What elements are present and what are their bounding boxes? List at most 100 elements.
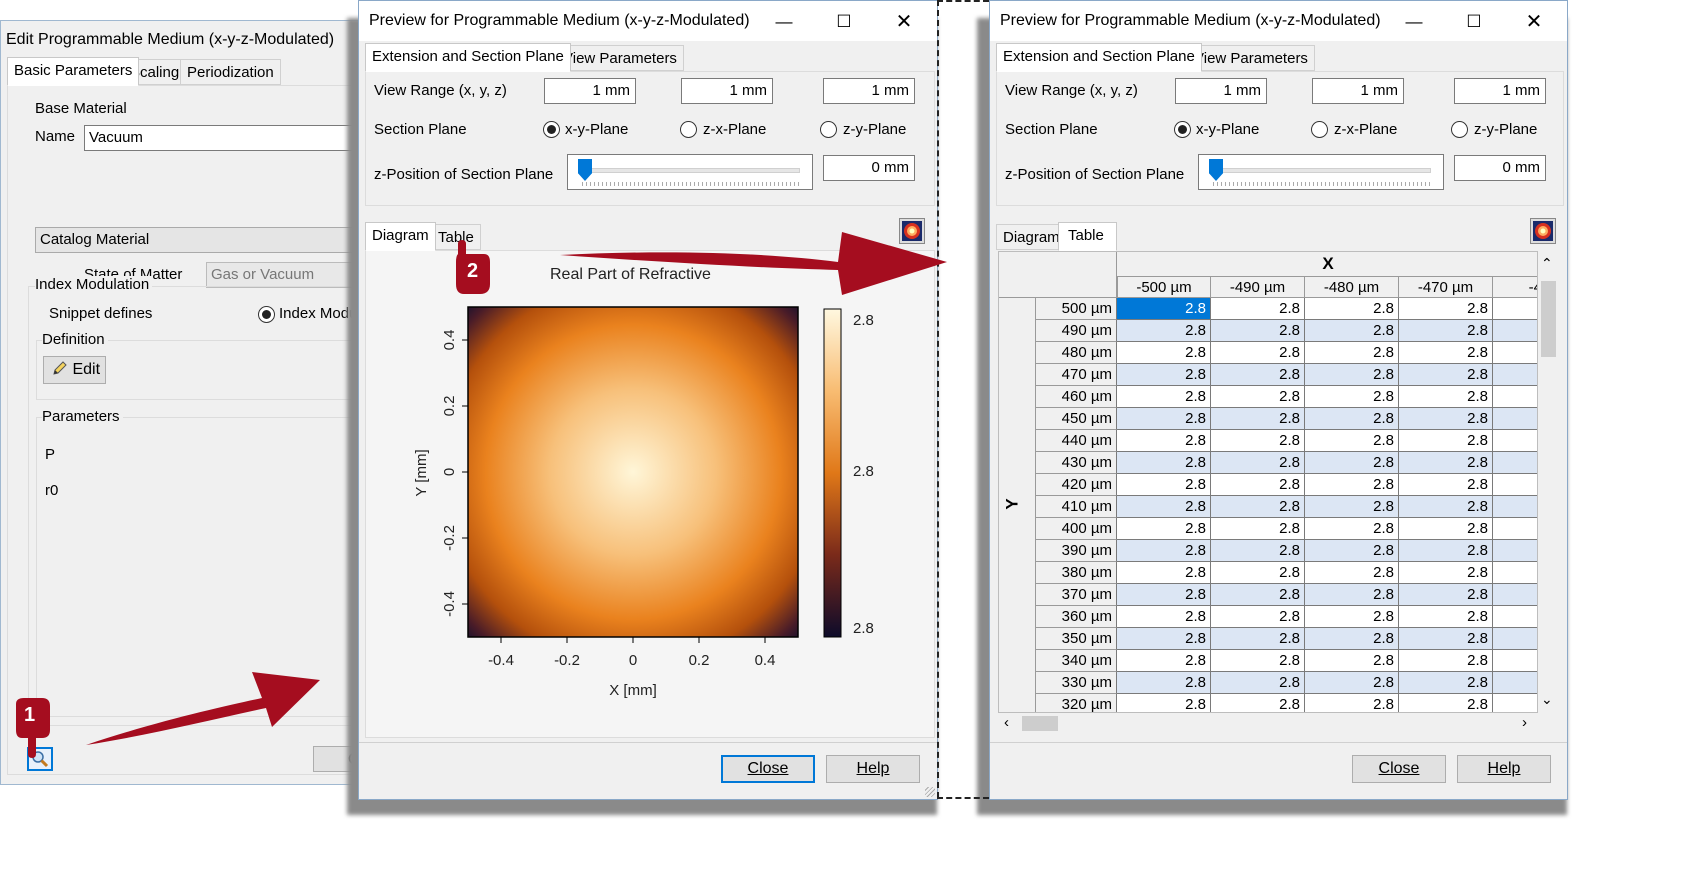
table-cell[interactable]: 2.8 bbox=[1211, 298, 1305, 320]
table-cell[interactable] bbox=[1493, 584, 1537, 606]
left-resize-grip[interactable] bbox=[925, 787, 935, 797]
tab-extension-section-plane[interactable]: Extension and Section Plane bbox=[996, 43, 1202, 72]
table-cell[interactable]: 2.8 bbox=[1117, 386, 1211, 408]
table-cell[interactable]: 2.8 bbox=[1117, 672, 1211, 694]
table-cell[interactable]: 2.8 bbox=[1399, 584, 1493, 606]
table-cell[interactable]: 2.8 bbox=[1305, 672, 1399, 694]
edit-definition-button[interactable]: Edit bbox=[43, 356, 106, 384]
table-cell[interactable]: 2.8 bbox=[1305, 320, 1399, 342]
view-range-z[interactable]: 1 mm bbox=[823, 78, 915, 104]
table-cell[interactable]: 2.8 bbox=[1399, 474, 1493, 496]
scroll-up-icon[interactable]: ⌃ bbox=[1541, 255, 1553, 272]
table-cell[interactable]: 2.8 bbox=[1211, 584, 1305, 606]
horizontal-scroll-thumb[interactable] bbox=[1022, 716, 1058, 731]
tab-view-parameters[interactable]: View Parameters bbox=[556, 45, 684, 71]
table-cell[interactable] bbox=[1493, 694, 1537, 712]
right-close-button[interactable]: Close bbox=[1352, 755, 1446, 783]
table-cell[interactable]: 2.8 bbox=[1305, 650, 1399, 672]
table-cell[interactable]: 2.8 bbox=[1211, 320, 1305, 342]
table-cell[interactable]: 2.8 bbox=[1117, 584, 1211, 606]
table-cell[interactable]: 2.8 bbox=[1117, 650, 1211, 672]
table-cell[interactable] bbox=[1493, 650, 1537, 672]
table-cell[interactable]: 2.8 bbox=[1117, 408, 1211, 430]
table-cell[interactable] bbox=[1493, 474, 1537, 496]
vertical-scroll-thumb[interactable] bbox=[1541, 281, 1556, 357]
row-header[interactable]: 460 µm bbox=[1036, 386, 1117, 408]
vertical-scrollbar[interactable]: ⌃ ⌄ bbox=[1538, 251, 1559, 713]
table-cell[interactable]: 2.8 bbox=[1211, 408, 1305, 430]
table-cell[interactable]: 2.8 bbox=[1305, 584, 1399, 606]
slider-thumb[interactable] bbox=[1209, 159, 1223, 181]
minimize-icon[interactable]: — bbox=[761, 7, 807, 37]
radio-xy-plane[interactable] bbox=[543, 121, 560, 138]
table-cell[interactable]: 2.8 bbox=[1117, 628, 1211, 650]
table-cell[interactable]: 2.8 bbox=[1117, 452, 1211, 474]
table-cell[interactable] bbox=[1493, 298, 1537, 320]
table-cell[interactable]: 2.8 bbox=[1305, 606, 1399, 628]
table-cell[interactable]: 2.8 bbox=[1211, 386, 1305, 408]
row-header[interactable]: 380 µm bbox=[1036, 562, 1117, 584]
table-cell[interactable]: 2.8 bbox=[1305, 452, 1399, 474]
table-cell[interactable]: 2.8 bbox=[1305, 408, 1399, 430]
param-p[interactable]: P bbox=[45, 446, 55, 463]
table-cell[interactable] bbox=[1493, 540, 1537, 562]
tab-periodization[interactable]: Periodization bbox=[180, 59, 281, 85]
row-header[interactable]: 330 µm bbox=[1036, 672, 1117, 694]
column-header[interactable]: -470 µm bbox=[1399, 276, 1493, 298]
table-cell[interactable]: 2.8 bbox=[1399, 320, 1493, 342]
left-close-button[interactable]: Close bbox=[721, 755, 815, 783]
scroll-right-icon[interactable]: › bbox=[1522, 714, 1527, 731]
table-cell[interactable] bbox=[1493, 452, 1537, 474]
z-position-field[interactable]: 0 mm bbox=[823, 155, 915, 181]
tab-view-parameters[interactable]: View Parameters bbox=[1187, 45, 1315, 71]
tab-diagram[interactable]: Diagram bbox=[365, 222, 436, 251]
row-header[interactable]: 450 µm bbox=[1036, 408, 1117, 430]
table-cell[interactable]: 2.8 bbox=[1305, 496, 1399, 518]
table-cell[interactable]: 2.8 bbox=[1211, 452, 1305, 474]
row-header[interactable]: 490 µm bbox=[1036, 320, 1117, 342]
radio-zy-plane[interactable] bbox=[1451, 121, 1468, 138]
row-header[interactable]: 420 µm bbox=[1036, 474, 1117, 496]
row-header[interactable]: 390 µm bbox=[1036, 540, 1117, 562]
row-header[interactable]: 340 µm bbox=[1036, 650, 1117, 672]
left-colormap-button[interactable] bbox=[899, 218, 925, 244]
slider-thumb[interactable] bbox=[578, 159, 592, 181]
table-cell[interactable] bbox=[1493, 408, 1537, 430]
table-cell[interactable]: 2.8 bbox=[1117, 364, 1211, 386]
catalog-material-select[interactable]: Catalog Material bbox=[35, 227, 385, 253]
view-range-x[interactable]: 1 mm bbox=[544, 78, 636, 104]
table-cell[interactable]: 2.8 bbox=[1117, 694, 1211, 712]
maximize-icon[interactable]: ☐ bbox=[1451, 7, 1497, 37]
z-position-field[interactable]: 0 mm bbox=[1454, 155, 1546, 181]
table-cell[interactable]: 2.8 bbox=[1305, 540, 1399, 562]
table-cell[interactable]: 2.8 bbox=[1399, 364, 1493, 386]
z-position-slider[interactable] bbox=[567, 154, 813, 190]
radio-zx-plane[interactable] bbox=[1311, 121, 1328, 138]
view-range-y[interactable]: 1 mm bbox=[1312, 78, 1404, 104]
right-help-button[interactable]: Help bbox=[1457, 755, 1551, 783]
table-cell[interactable]: 2.8 bbox=[1399, 672, 1493, 694]
table-cell[interactable]: 2.8 bbox=[1399, 562, 1493, 584]
table-cell[interactable]: 2.8 bbox=[1117, 320, 1211, 342]
row-header[interactable]: 350 µm bbox=[1036, 628, 1117, 650]
table-cell[interactable]: 2.8 bbox=[1399, 518, 1493, 540]
table-cell[interactable] bbox=[1493, 606, 1537, 628]
row-header[interactable]: 500 µm bbox=[1036, 298, 1117, 320]
table-cell[interactable] bbox=[1493, 386, 1537, 408]
table-cell[interactable] bbox=[1493, 320, 1537, 342]
close-icon[interactable]: ✕ bbox=[1511, 7, 1557, 37]
table-cell[interactable] bbox=[1493, 628, 1537, 650]
table-cell[interactable]: 2.8 bbox=[1399, 694, 1493, 712]
table-cell[interactable]: 2.8 bbox=[1305, 430, 1399, 452]
table-cell[interactable] bbox=[1493, 342, 1537, 364]
table-cell[interactable]: 2.8 bbox=[1211, 518, 1305, 540]
table-cell[interactable]: 2.8 bbox=[1211, 474, 1305, 496]
table-cell[interactable]: 2.8 bbox=[1211, 628, 1305, 650]
table-cell[interactable]: 2.8 bbox=[1117, 342, 1211, 364]
z-position-slider[interactable] bbox=[1198, 154, 1444, 190]
table-cell[interactable]: 2.8 bbox=[1399, 452, 1493, 474]
table-cell[interactable]: 2.8 bbox=[1117, 518, 1211, 540]
tab-basic-parameters[interactable]: Basic Parameters bbox=[7, 57, 140, 86]
table-cell[interactable]: 2.8 bbox=[1305, 628, 1399, 650]
column-header[interactable]: -480 µm bbox=[1305, 276, 1399, 298]
